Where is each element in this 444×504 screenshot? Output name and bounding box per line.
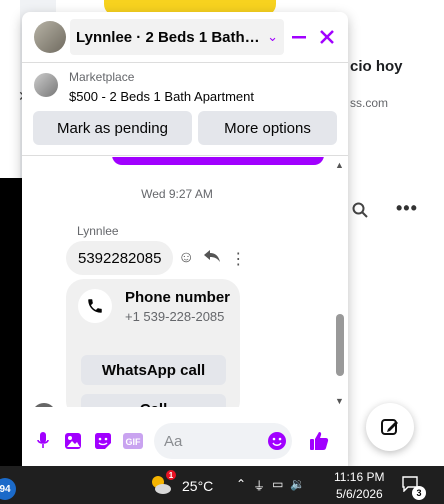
incoming-message-bubble[interactable]: 5392282085 bbox=[66, 241, 174, 275]
search-icon[interactable] bbox=[352, 202, 368, 223]
taskbar-app-badge[interactable]: 94 bbox=[0, 478, 16, 500]
listing-source: Marketplace bbox=[69, 70, 135, 84]
thumbs-up-icon[interactable] bbox=[304, 426, 334, 456]
weather-alert-badge: 1 bbox=[166, 470, 176, 480]
message-composer: GIF bbox=[22, 416, 348, 466]
more-dots-icon[interactable]: ••• bbox=[396, 198, 418, 219]
compose-icon bbox=[381, 419, 398, 435]
close-button[interactable] bbox=[314, 23, 340, 51]
microphone-icon[interactable] bbox=[28, 426, 58, 456]
time-separator: Wed 9:27 AM bbox=[141, 187, 213, 201]
sticker-icon[interactable] bbox=[88, 426, 118, 456]
phone-card-title: Phone number bbox=[125, 289, 231, 306]
volume-icon[interactable]: 🔉 bbox=[290, 477, 305, 494]
clock-date[interactable]: 5/6/2026 bbox=[336, 487, 383, 501]
scroll-thumb[interactable] bbox=[336, 314, 344, 376]
chat-title-button[interactable]: Lynnlee · 2 Beds 1 Bath Ap... ⌄ bbox=[70, 19, 284, 55]
scroll-down-arrow-icon[interactable]: ▼ bbox=[335, 396, 344, 406]
message-list: Wed 9:27 AM Lynnlee 5392282085 ☺ ⋮ Phone… bbox=[22, 157, 348, 407]
chevron-down-icon: ⌄ bbox=[267, 29, 278, 44]
sender-name: Lynnlee bbox=[77, 224, 119, 238]
usb-icon[interactable]: ⏚ bbox=[253, 477, 265, 494]
more-options-button[interactable]: More options bbox=[198, 111, 337, 145]
new-message-button[interactable] bbox=[366, 403, 414, 451]
close-icon bbox=[320, 30, 334, 44]
phone-card-number: +1 539-228-2085 bbox=[125, 309, 225, 324]
taskbar: 94 1 25°C ⌃ ⏚ ▭ 🔉 11:16 PM 5/6/2026 3 bbox=[0, 466, 444, 504]
emoji-icon[interactable] bbox=[262, 426, 292, 456]
more-vertical-icon[interactable]: ⋮ bbox=[230, 249, 246, 269]
temperature[interactable]: 25°C bbox=[182, 478, 213, 494]
background-snippet-title: cio hoy bbox=[350, 58, 403, 75]
scroll-up-arrow-icon[interactable]: ▲ bbox=[335, 160, 344, 170]
mark-as-pending-button[interactable]: Mark as pending bbox=[33, 111, 192, 145]
marketplace-listing: Marketplace $500 - 2 Beds 1 Bath Apartme… bbox=[22, 62, 348, 156]
outgoing-message-bubble[interactable] bbox=[112, 157, 324, 165]
whatsapp-call-button[interactable]: WhatsApp call bbox=[81, 355, 226, 385]
phone-icon bbox=[78, 289, 112, 323]
background-left-strip bbox=[0, 0, 20, 178]
chat-title: Lynnlee · 2 Beds 1 Bath Ap... bbox=[76, 28, 264, 46]
call-button[interactable]: Call bbox=[81, 394, 226, 407]
sender-avatar bbox=[32, 403, 56, 407]
avatar[interactable] bbox=[34, 21, 66, 53]
chevron-up-icon[interactable]: ⌃ bbox=[236, 477, 246, 494]
minimize-button[interactable] bbox=[286, 23, 312, 51]
photo-icon[interactable] bbox=[58, 426, 88, 456]
system-tray: ⌃ ⏚ ▭ 🔉 bbox=[236, 477, 305, 494]
chat-window: Lynnlee · 2 Beds 1 Bath Ap... ⌄ Marketpl… bbox=[22, 12, 348, 466]
listing-thumbnail[interactable] bbox=[34, 73, 58, 97]
clock-time[interactable]: 11:16 PM bbox=[334, 470, 384, 484]
reply-icon[interactable] bbox=[204, 249, 221, 269]
minimize-icon bbox=[292, 36, 306, 39]
message-actions: ☺ ⋮ bbox=[178, 249, 246, 269]
message-scrollbar[interactable]: ▲ ▼ bbox=[334, 160, 346, 408]
background-video-area bbox=[0, 178, 22, 466]
phone-number-card: Phone number +1 539-228-2085 WhatsApp ca… bbox=[66, 279, 240, 407]
svg-text:GIF: GIF bbox=[126, 437, 142, 447]
listing-title[interactable]: $500 - 2 Beds 1 Bath Apartment bbox=[69, 89, 254, 104]
notification-count: 3 bbox=[412, 486, 426, 500]
network-icon[interactable]: ▭ bbox=[272, 477, 283, 494]
chat-header: Lynnlee · 2 Beds 1 Bath Ap... ⌄ bbox=[22, 12, 348, 62]
gif-icon[interactable]: GIF bbox=[118, 426, 148, 456]
react-emoji-icon[interactable]: ☺ bbox=[178, 249, 194, 269]
background-snippet-domain: ss.com bbox=[350, 96, 389, 110]
